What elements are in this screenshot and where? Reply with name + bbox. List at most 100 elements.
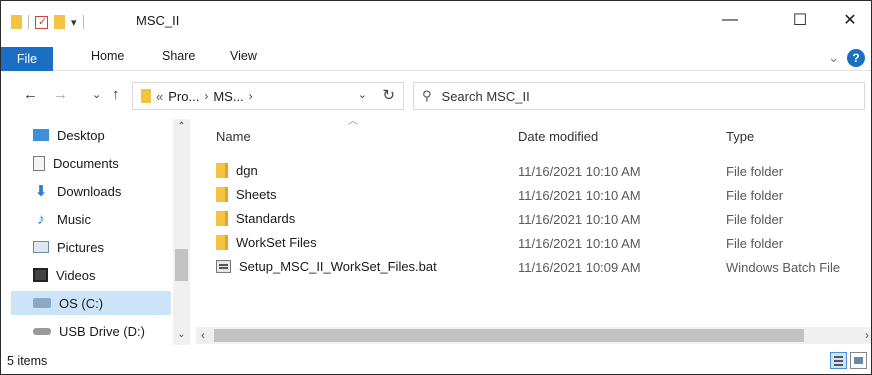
chevron-right-icon: › (204, 89, 209, 103)
file-date-modified: 11/16/2021 10:10 AM (518, 164, 641, 179)
nav-item-label: Music (57, 211, 91, 227)
search-icon: ⚲ (422, 88, 432, 103)
scroll-up-arrow-icon[interactable]: ⌃ (173, 121, 190, 132)
ribbon-tabs: File Home Share View ⌄ ? (1, 41, 871, 71)
pictures-icon (33, 241, 49, 253)
nav-item-pictures[interactable]: Pictures (1, 235, 171, 259)
window-title: MSC_II (136, 13, 180, 28)
file-row[interactable]: Standards 11/16/2021 10:10 AM File folde… (196, 207, 871, 231)
tab-view[interactable]: View (230, 45, 257, 67)
file-date-modified: 11/16/2021 10:10 AM (518, 236, 641, 251)
file-name: Setup_MSC_II_WorkSet_Files.bat (239, 259, 437, 274)
recent-locations-button[interactable]: ⌄ (92, 88, 101, 101)
scroll-right-arrow-icon[interactable]: › (865, 328, 869, 342)
details-view-icon (834, 356, 843, 358)
close-button[interactable]: ✕ (827, 1, 871, 39)
item-count: 5 items (7, 354, 48, 368)
search-placeholder: Search MSC_II (441, 88, 530, 104)
folder-icon (141, 89, 151, 103)
file-row[interactable]: Setup_MSC_II_WorkSet_Files.bat 11/16/202… (196, 255, 871, 279)
up-button[interactable]: ↑ (112, 86, 120, 103)
nav-pane-scrollbar[interactable]: ⌃ ⌄ (173, 119, 190, 345)
nav-item-videos[interactable]: Videos (1, 263, 171, 287)
documents-icon (33, 155, 45, 171)
scrollbar-thumb[interactable] (175, 249, 188, 281)
file-type: File folder (726, 188, 784, 203)
nav-item-label: OS (C:) (59, 295, 104, 311)
nav-item-music[interactable]: ♪ Music (1, 207, 171, 231)
folder-icon (216, 235, 228, 250)
breadcrumb-item[interactable]: Pro... (168, 89, 199, 104)
file-row[interactable]: Sheets 11/16/2021 10:10 AM File folder (196, 183, 871, 207)
nav-item-documents[interactable]: Documents (1, 151, 171, 175)
nav-item-downloads[interactable]: ⬇ Downloads (1, 179, 171, 203)
nav-item-label: Desktop (57, 127, 105, 143)
file-type: File folder (726, 236, 784, 251)
drive-icon (33, 298, 51, 308)
details-view-button[interactable] (830, 352, 847, 369)
address-history-dropdown[interactable]: ⌄ (358, 88, 367, 101)
desktop-icon (33, 129, 49, 141)
tab-share[interactable]: Share (162, 45, 195, 67)
toolbar-divider (28, 15, 29, 29)
column-header-date-modified[interactable]: Date modified (518, 129, 598, 144)
address-bar[interactable]: « Pro... › MS... › ⌄ ↻ (132, 82, 404, 110)
back-button[interactable]: ← (23, 86, 38, 103)
file-type: File folder (726, 212, 784, 227)
usb-drive-icon (33, 327, 51, 335)
column-header-type[interactable]: Type (726, 129, 754, 144)
expand-ribbon-icon[interactable]: ⌄ (828, 50, 839, 66)
tab-home[interactable]: Home (91, 45, 124, 67)
chevron-right-icon: › (248, 89, 253, 103)
file-row[interactable]: dgn 11/16/2021 10:10 AM File folder (196, 159, 871, 183)
help-icon[interactable]: ? (847, 49, 865, 67)
nav-item-label: Videos (56, 267, 96, 283)
maximize-button[interactable]: ☐ (777, 1, 823, 39)
refresh-button[interactable]: ↻ (382, 86, 395, 104)
horizontal-scrollbar[interactable]: ‹ › (196, 327, 871, 344)
batch-file-icon (216, 260, 231, 273)
properties-check-icon[interactable]: ✓ (35, 15, 48, 29)
status-bar: 5 items (1, 348, 871, 374)
file-date-modified: 11/16/2021 10:09 AM (518, 260, 641, 275)
folder-icon (216, 187, 228, 202)
file-list: ︿ Name Date modified Type dgn 11/16/2021… (196, 116, 871, 345)
column-header-name[interactable]: Name (216, 129, 251, 144)
breadcrumb-overflow[interactable]: « (156, 89, 163, 104)
nav-item-label: Pictures (57, 239, 104, 255)
navigation-pane: Desktop Documents ⬇ Downloads ♪ Music Pi… (1, 119, 193, 345)
nav-item-desktop[interactable]: Desktop (1, 123, 171, 147)
scroll-down-arrow-icon[interactable]: ⌄ (173, 329, 190, 340)
navigation-bar: ← → ⌄ ↑ « Pro... › MS... › ⌄ ↻ ⚲ Search … (1, 75, 871, 115)
customize-toolbar-dropdown-icon[interactable]: ▾ (71, 16, 77, 29)
file-row[interactable]: WorkSet Files 11/16/2021 10:10 AM File f… (196, 231, 871, 255)
new-folder-icon[interactable] (54, 15, 65, 29)
file-name: dgn (236, 163, 258, 178)
nav-item-label: Downloads (57, 183, 122, 199)
nav-item-label: Documents (53, 155, 119, 171)
search-box[interactable]: ⚲ Search MSC_II (413, 82, 865, 110)
ribbon-controls: ⌄ ? (828, 49, 865, 67)
nav-item-usb-drive-d[interactable]: USB Drive (D:) (1, 319, 171, 343)
scroll-left-arrow-icon[interactable]: ‹ (201, 328, 205, 342)
large-icons-view-button[interactable] (850, 352, 867, 369)
toolbar-divider (82, 15, 84, 29)
tab-file[interactable]: File (1, 47, 53, 71)
file-date-modified: 11/16/2021 10:10 AM (518, 188, 641, 203)
file-name: WorkSet Files (236, 235, 317, 250)
forward-button[interactable]: → (53, 86, 68, 103)
file-date-modified: 11/16/2021 10:10 AM (518, 212, 641, 227)
breadcrumb-item[interactable]: MS... (213, 89, 243, 104)
file-explorer-window: ✓ ▾ MSC_II — ☐ ✕ File Home Share View ⌄ … (0, 0, 872, 375)
file-type: Windows Batch File (726, 260, 841, 275)
minimize-button[interactable]: — (707, 1, 753, 39)
nav-item-label: USB Drive (D:) (59, 323, 145, 339)
folder-icon (216, 211, 228, 226)
folder-icon (216, 163, 228, 178)
view-switcher (830, 352, 867, 369)
file-type: File folder (726, 164, 784, 179)
music-icon: ♪ (37, 210, 45, 228)
scrollbar-thumb[interactable] (214, 329, 804, 342)
nav-item-os-c[interactable]: OS (C:) (11, 291, 171, 315)
videos-icon (33, 268, 48, 282)
